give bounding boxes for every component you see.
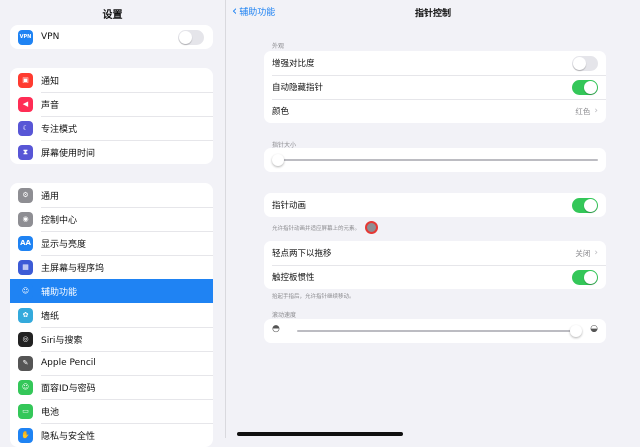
appearance-card: 增强对比度 自动隐藏指针 颜色 红色 › <box>264 51 606 123</box>
auto-hide-pointer-toggle[interactable] <box>572 79 598 95</box>
increase-contrast-label: 增强对比度 <box>272 59 315 69</box>
pointer-animation-label: 指针动画 <box>272 201 307 211</box>
pointer-animation-card: 指针动画 <box>264 193 606 217</box>
sidebar-item-label: 主屏幕与程序坞 <box>41 263 105 274</box>
vpn-toggle[interactable] <box>178 29 204 45</box>
sidebar-item-home-screen[interactable]: ▦ 主屏幕与程序坞 <box>10 255 213 279</box>
rabbit-icon: ◒ <box>590 324 598 334</box>
scroll-speed-label: 滚动速度 <box>272 312 297 319</box>
pointer-color-label: 颜色 <box>272 107 290 117</box>
sidebar-item-label: VPN <box>41 32 60 42</box>
sidebar-item-label: 控制中心 <box>41 215 78 226</box>
sidebar-item-moon[interactable]: ☾ 专注模式 <box>10 116 213 140</box>
scroll-speed-track <box>297 330 582 332</box>
pointer-color-value: 红色 <box>575 106 591 116</box>
pencil-icon: ✎ <box>18 355 33 371</box>
sidebar-item-wallpaper[interactable]: ✿ 墙纸 <box>10 303 213 327</box>
pointer-animation-note: 允许指针动画并适应屏幕上的元素。 <box>272 221 379 234</box>
sidebar-item-accessibility[interactable]: ☺ 辅助功能 <box>10 279 213 303</box>
sidebar-item-label: 声音 <box>41 100 60 111</box>
sidebar-item-pencil[interactable]: ✎ Apple Pencil <box>10 351 213 375</box>
chevron-right-icon: › <box>594 248 598 258</box>
home-screen-icon: ▦ <box>18 259 33 275</box>
sidebar-group-notifications: ▣ 通知 ◀ 声音 ☾ 专注模式 ⧗ 屏幕使用时间 <box>10 68 213 164</box>
tap-to-drag-label: 轻点两下以拖移 <box>272 249 332 259</box>
sidebar-item-hourglass[interactable]: ⧗ 屏幕使用时间 <box>10 140 213 164</box>
sidebar-item-label: 屏幕使用时间 <box>41 148 96 159</box>
increase-contrast-toggle[interactable] <box>572 55 598 71</box>
auto-hide-pointer-label: 自动隐藏指针 <box>272 83 324 93</box>
pointer-animation-toggle[interactable] <box>572 197 598 213</box>
tap-to-drag-row[interactable]: 轻点两下以拖移 关闭 › <box>264 241 606 265</box>
sidebar-item-label: Apple Pencil <box>41 358 96 368</box>
sidebar: 设置 VPN VPN ▣ 通知 ◀ 声音 ☾ 专注模式 ⧗ 屏幕使用时间 ⚙ 通用 ◉ 控制中心 AA… <box>0 0 226 447</box>
increase-contrast-row: 增强对比度 <box>264 51 606 75</box>
sidebar-item-face-id[interactable]: ☺ 面容ID与密码 <box>10 375 213 399</box>
battery-icon: ▭ <box>18 403 33 419</box>
vpn-icon: VPN <box>18 29 33 45</box>
display-icon: AA <box>18 235 33 251</box>
sidebar-item-gear[interactable]: ⚙ 通用 <box>10 183 213 207</box>
gear-icon: ⚙ <box>18 187 33 203</box>
sidebar-item-label: 隐私与安全性 <box>41 431 96 442</box>
bell-icon: ▣ <box>18 72 33 88</box>
trackpad-card: 轻点两下以拖移 关闭 › 触控板惯性 <box>264 241 606 289</box>
trackpad-inertia-row: 触控板惯性 <box>264 265 606 289</box>
pointer-size-card <box>264 148 606 172</box>
sidebar-item-hand[interactable]: ✋ 隐私与安全性 <box>10 423 213 447</box>
sidebar-item-control-center[interactable]: ◉ 控制中心 <box>10 207 213 231</box>
siri-icon: ◎ <box>18 331 33 347</box>
tap-to-drag-value: 关闭 <box>575 248 591 258</box>
home-indicator <box>237 432 403 436</box>
sidebar-item-bell[interactable]: ▣ 通知 <box>10 68 213 92</box>
sidebar-item-label: 电池 <box>41 407 60 418</box>
chevron-right-icon: › <box>594 106 598 116</box>
trackpad-inertia-label: 触控板惯性 <box>272 273 315 283</box>
sidebar-item-label: Siri与搜索 <box>41 335 83 346</box>
sidebar-item-label: 墙纸 <box>41 311 60 322</box>
sidebar-item-speaker[interactable]: ◀ 声音 <box>10 92 213 116</box>
face-id-icon: ☺ <box>18 379 33 395</box>
pointer-animation-note-text: 允许指针动画并适应屏幕上的元素。 <box>272 225 361 232</box>
sidebar-group-network: VPN VPN <box>10 25 213 49</box>
pointer-size-slider[interactable] <box>272 154 284 166</box>
sidebar-item-label: 面容ID与密码 <box>41 383 96 394</box>
pointer-animation-row: 指针动画 <box>264 193 606 217</box>
turtle-icon: ◓ <box>272 324 280 334</box>
main-pane: ‹ 辅助功能 指针控制 外观 增强对比度 自动隐藏指针 颜色 红色 › 指针大小… <box>226 0 640 438</box>
sidebar-item-label: 通用 <box>41 191 60 202</box>
speaker-icon: ◀ <box>18 96 33 112</box>
sidebar-group-general: ⚙ 通用 ◉ 控制中心 AA 显示与亮度 ▦ 主屏幕与程序坞 ☺ 辅助功能 ✿ 墙纸 ◎ Siri与搜索 ✎… <box>10 183 213 447</box>
accessibility-icon: ☺ <box>18 283 33 299</box>
wallpaper-icon: ✿ <box>18 307 33 323</box>
hourglass-icon: ⧗ <box>18 144 33 160</box>
sidebar-item-label: 辅助功能 <box>41 287 78 298</box>
pointer-color-row[interactable]: 颜色 红色 › <box>264 99 606 123</box>
sidebar-item-label: 通知 <box>41 76 60 87</box>
scroll-speed-card: ◓ ◒ <box>264 319 606 343</box>
sidebar-item-vpn[interactable]: VPN VPN <box>10 25 213 49</box>
moon-icon: ☾ <box>18 120 33 136</box>
sidebar-item-display[interactable]: AA 显示与亮度 <box>10 231 213 255</box>
page-title: 指针控制 <box>414 9 451 19</box>
trackpad-inertia-toggle[interactable] <box>572 269 598 285</box>
hand-icon: ✋ <box>18 427 33 443</box>
sidebar-item-label: 专注模式 <box>41 124 78 135</box>
sidebar-item-label: 显示与亮度 <box>41 239 87 250</box>
trackpad-inertia-note: 抬起手指后，允许指针继续移动。 <box>272 294 355 300</box>
pointer-cursor-icon <box>365 221 379 234</box>
control-center-icon: ◉ <box>18 211 33 227</box>
scroll-speed-slider[interactable] <box>570 325 582 337</box>
sidebar-item-battery[interactable]: ▭ 电池 <box>10 399 213 423</box>
sidebar-title: 设置 <box>102 10 123 21</box>
appearance-section-label: 外观 <box>272 43 285 50</box>
sidebar-item-siri[interactable]: ◎ Siri与搜索 <box>10 327 213 351</box>
pointer-size-track <box>272 159 598 161</box>
auto-hide-pointer-row: 自动隐藏指针 <box>264 75 606 99</box>
